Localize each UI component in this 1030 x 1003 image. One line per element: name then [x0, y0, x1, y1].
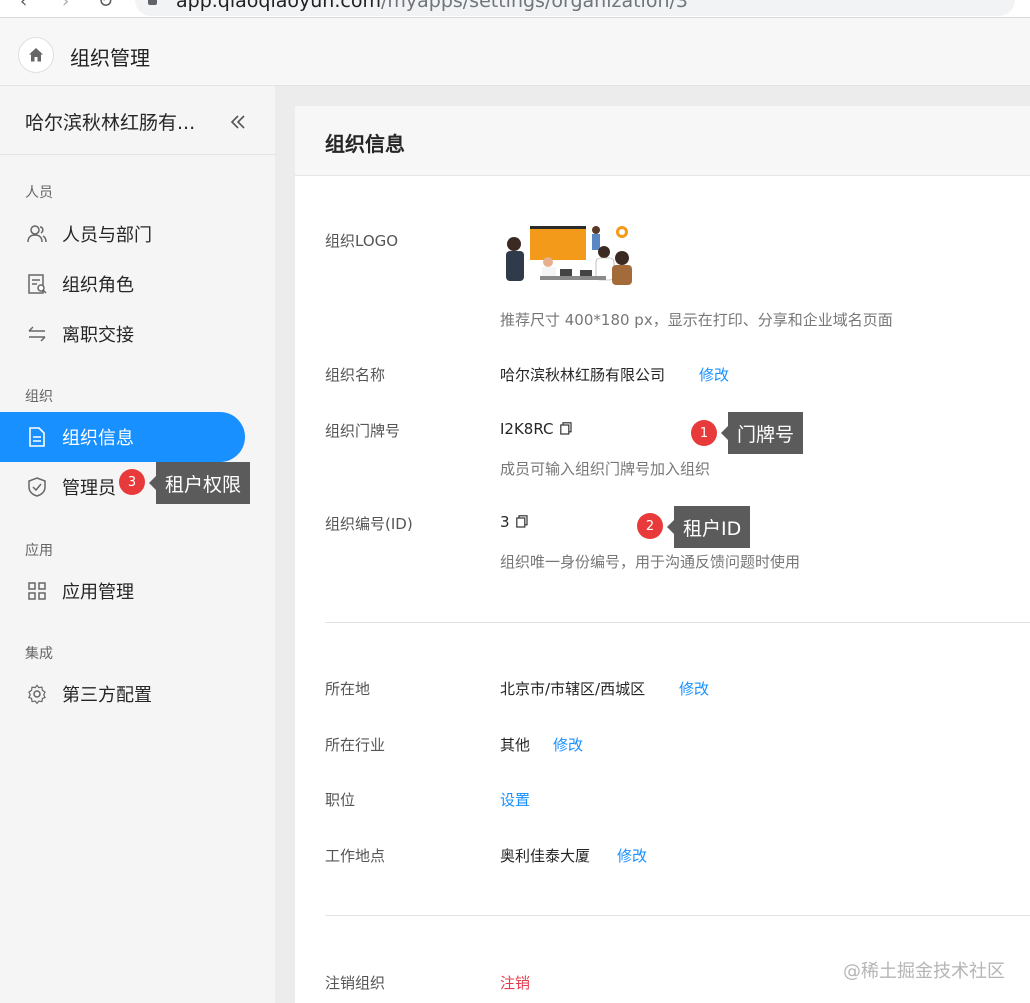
- shield-icon: [25, 475, 49, 499]
- org-id-field: 3: [500, 513, 528, 532]
- industry-value: 其他: [500, 736, 531, 754]
- annotation-tooltip: 门牌号: [720, 412, 804, 454]
- location-value: 北京市/市辖区/西城区: [500, 680, 646, 698]
- double-chevron-left-icon: [230, 115, 245, 129]
- section-header: 组织信息: [295, 106, 1030, 176]
- reload-icon[interactable]: ↻: [98, 0, 113, 12]
- annotation-badge: 3: [119, 469, 145, 495]
- group-label-people: 人员: [25, 185, 53, 201]
- sidebar-item-label: 离职交接: [62, 325, 134, 346]
- sidebar-item-resignation-handover[interactable]: 离职交接: [0, 309, 245, 359]
- sidebar: 哈尔滨秋林红肠有... 人员 人员与部门 组织角色 离职交接 组织 组织信息 管…: [0, 86, 275, 1003]
- sidebar-item-label: 应用管理: [62, 582, 134, 603]
- role-icon: [25, 272, 49, 296]
- main-panel: 组织信息 组织LOGO 推荐尺寸 400*180 px，显示在打印、分享和企业域…: [295, 106, 1030, 1003]
- annotation-badge: 1: [691, 420, 717, 446]
- edit-org-name-link[interactable]: 修改: [699, 364, 729, 385]
- copy-icon[interactable]: [559, 421, 572, 439]
- position-label: 职位: [325, 791, 356, 809]
- copy-icon[interactable]: [515, 514, 528, 532]
- section-title: 组织信息: [325, 132, 405, 156]
- sidebar-item-label: 组织角色: [62, 275, 134, 296]
- home-button[interactable]: [18, 37, 54, 73]
- group-label-organization: 组织: [25, 389, 53, 405]
- edit-workplace-link[interactable]: 修改: [617, 845, 647, 866]
- annotation-tooltip: 租户ID: [666, 506, 751, 548]
- door-number-hint: 成员可输入组织门牌号加入组织: [500, 460, 711, 478]
- sidebar-divider: [0, 154, 275, 155]
- home-icon: [29, 48, 43, 62]
- app-header: 组织管理: [0, 18, 1030, 86]
- section-divider: [325, 622, 1030, 623]
- org-id-value: 3: [500, 513, 510, 531]
- users-icon: [25, 222, 49, 246]
- browser-toolbar: ‹ › ↻ app.qiaoqiaoyun.com/myapps/setting…: [0, 0, 1030, 18]
- sidebar-item-third-party-config[interactable]: 第三方配置: [0, 669, 245, 719]
- document-icon: [25, 425, 49, 449]
- group-label-integration: 集成: [25, 646, 53, 662]
- section-divider: [325, 915, 1030, 916]
- sidebar-item-label: 第三方配置: [62, 685, 152, 706]
- door-number-value: I2K8RC: [500, 420, 554, 438]
- door-number-field: I2K8RC: [500, 420, 572, 439]
- annotation-tooltip: 租户权限: [148, 462, 251, 504]
- sidebar-item-people-departments[interactable]: 人员与部门: [0, 209, 245, 259]
- set-position-link[interactable]: 设置: [500, 789, 530, 810]
- sidebar-item-label: 管理员: [62, 478, 116, 499]
- location-label: 所在地: [325, 680, 371, 698]
- cancel-org-label: 注销组织: [325, 974, 386, 992]
- url-text[interactable]: app.qiaoqiaoyun.com/myapps/settings/orga…: [176, 0, 688, 12]
- org-switcher[interactable]: 哈尔滨秋林红肠有...: [25, 108, 195, 135]
- logo-size-hint: 推荐尺寸 400*180 px，显示在打印、分享和企业域名页面: [500, 311, 893, 329]
- org-logo-image[interactable]: [500, 224, 634, 286]
- org-name-label: 组织名称: [325, 366, 386, 384]
- industry-label: 所在行业: [325, 736, 386, 754]
- lock-icon: [148, 0, 157, 5]
- watermark: @稀土掘金技术社区: [843, 961, 1005, 982]
- edit-industry-link[interactable]: 修改: [553, 734, 583, 755]
- annotation-badge: 2: [637, 513, 663, 539]
- logo-label: 组织LOGO: [325, 232, 399, 250]
- group-label-apps: 应用: [25, 543, 53, 559]
- sidebar-item-label: 人员与部门: [62, 225, 152, 246]
- workplace-label: 工作地点: [325, 847, 386, 865]
- org-name-value: 哈尔滨秋林红肠有限公司: [500, 366, 666, 384]
- back-icon[interactable]: ‹: [20, 0, 27, 12]
- workplace-value: 奥利佳泰大厦: [500, 847, 591, 865]
- edit-location-link[interactable]: 修改: [679, 678, 709, 699]
- door-number-label: 组织门牌号: [325, 422, 401, 440]
- sidebar-item-label: 组织信息: [62, 428, 134, 449]
- grid-icon: [25, 579, 49, 603]
- forward-icon[interactable]: ›: [62, 0, 69, 12]
- sidebar-item-org-roles[interactable]: 组织角色: [0, 259, 245, 309]
- gear-icon: [25, 682, 49, 706]
- cancel-org-link[interactable]: 注销: [500, 972, 530, 993]
- swap-icon: [25, 322, 49, 346]
- collapse-sidebar-button[interactable]: [228, 112, 248, 132]
- sidebar-item-app-management[interactable]: 应用管理: [0, 566, 245, 616]
- page-title: 组织管理: [70, 46, 150, 70]
- org-id-hint: 组织唯一身份编号，用于沟通反馈问题时使用: [500, 553, 801, 571]
- org-id-label: 组织编号(ID): [325, 515, 413, 533]
- sidebar-item-org-info[interactable]: 组织信息: [0, 412, 245, 462]
